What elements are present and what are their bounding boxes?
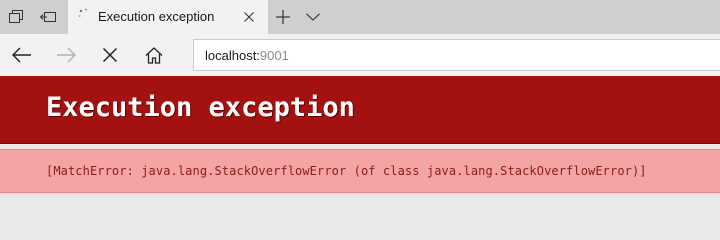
tab-strip: Execution exception — [0, 0, 720, 34]
loading-spinner-icon — [78, 8, 92, 22]
address-url: localhost:9001 — [205, 48, 289, 63]
home-button[interactable] — [137, 38, 171, 72]
page-content: Execution exception [MatchError: java.la… — [0, 76, 720, 237]
address-host: localhost: — [205, 48, 260, 63]
tab-close-button[interactable] — [238, 6, 260, 28]
page-title: Execution exception — [46, 92, 355, 123]
arrow-right-icon — [56, 47, 76, 63]
back-button[interactable] — [5, 38, 39, 72]
plus-icon — [276, 10, 290, 24]
tab-list-button[interactable] — [298, 0, 328, 34]
tab-manager-button[interactable] — [0, 0, 32, 34]
forward-button[interactable] — [49, 38, 83, 72]
error-header: Execution exception — [0, 76, 720, 144]
set-tabs-aside-icon — [40, 10, 56, 24]
navigation-bar: localhost:9001 — [0, 34, 720, 76]
tab-active[interactable]: Execution exception — [68, 0, 268, 34]
error-message: [MatchError: java.lang.StackOverflowErro… — [46, 164, 647, 178]
chevron-down-icon — [306, 13, 320, 21]
stop-button[interactable] — [93, 38, 127, 72]
home-icon — [145, 46, 163, 64]
set-tabs-aside-button[interactable] — [32, 0, 64, 34]
tab-manager-icon — [9, 10, 23, 24]
error-message-band: [MatchError: java.lang.StackOverflowErro… — [0, 149, 720, 193]
stop-icon — [103, 48, 117, 62]
new-tab-button[interactable] — [268, 0, 298, 34]
close-icon — [244, 12, 254, 22]
arrow-left-icon — [12, 47, 32, 63]
tab-title: Execution exception — [98, 9, 215, 24]
address-bar[interactable]: localhost:9001 — [193, 39, 720, 71]
address-port: 9001 — [259, 48, 289, 63]
